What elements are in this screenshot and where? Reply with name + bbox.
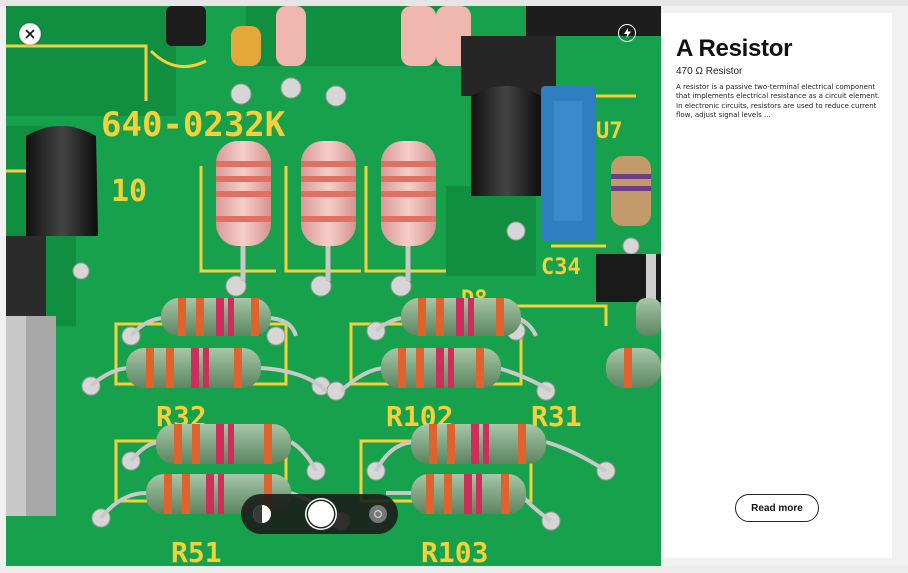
component-subtitle: 470 Ω Resistor bbox=[676, 66, 743, 77]
component-description: A resistor is a passive two-terminal ele… bbox=[676, 83, 880, 120]
circuit-board-image: 640-0232K 10 U7 C34 D8 R32 R102 R31 R51 … bbox=[6, 6, 661, 566]
bottom-bar bbox=[0, 566, 908, 573]
label-r103: R103 bbox=[421, 536, 488, 566]
shutter-button[interactable] bbox=[308, 501, 334, 527]
page-title: A Resistor bbox=[676, 35, 793, 62]
label-10: 10 bbox=[111, 174, 147, 209]
close-icon bbox=[25, 29, 35, 39]
label-c34: C34 bbox=[541, 255, 581, 280]
close-button[interactable] bbox=[19, 23, 41, 45]
info-panel: A Resistor 470 Ω Resistor A resistor is … bbox=[661, 13, 892, 558]
contrast-icon[interactable] bbox=[253, 505, 271, 523]
flash-button[interactable] bbox=[618, 24, 636, 42]
label-u7: U7 bbox=[596, 119, 623, 144]
camera-photo: 640-0232K 10 U7 C34 D8 R32 R102 R31 R51 … bbox=[6, 6, 661, 566]
flash-icon bbox=[623, 28, 631, 38]
label-r51: R51 bbox=[171, 536, 222, 566]
switch-camera-button[interactable] bbox=[369, 505, 387, 523]
switch-camera-icon bbox=[373, 509, 383, 519]
label-640-0232k: 640-0232K bbox=[101, 105, 286, 145]
read-more-button[interactable]: Read more bbox=[735, 494, 819, 522]
camera-controls bbox=[241, 494, 398, 534]
